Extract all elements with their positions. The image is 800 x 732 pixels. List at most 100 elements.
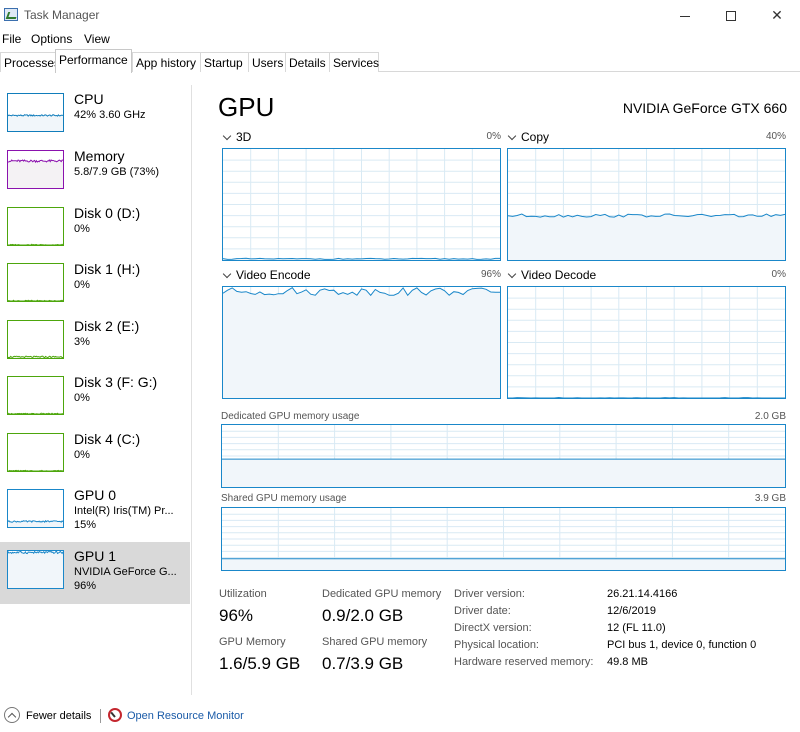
engine-percent: 96% [480,269,501,280]
sidebar-thumbnail [7,433,64,472]
info-value: 12 (FL 11.0) [607,622,666,634]
shared-gpu-memory-label: Shared GPU memory [322,636,428,648]
graph-video-decode [507,286,786,399]
info-label: Driver date: [454,605,511,617]
sidebar-thumbnail-graph [7,299,64,302]
usage-area [8,551,63,588]
fewer-details-button[interactable]: Fewer details [26,710,91,722]
engine-label: Copy [521,130,550,144]
task-manager-icon [4,8,18,21]
engine-percent: 0% [771,269,786,280]
dedicated-gpu-memory-value: 0.9/2.0 GB [322,606,404,625]
usage-line [7,412,63,415]
page-title: GPU [218,92,275,122]
engine-select-video-decode[interactable]: Video Decode [507,268,596,282]
shared-memory-max: 3.9 GB [754,493,786,504]
dedicated-gpu-memory-label: Dedicated GPU memory [322,588,442,600]
sidebar-item-gpu-1[interactable]: GPU 1 NVIDIA GeForce G... 96% [0,542,190,604]
engine-select-3d[interactable]: 3D [222,130,251,144]
gpu-device-name: NVIDIA GeForce GTX 660 [622,100,787,116]
sidebar-item-disk-1[interactable]: Disk 1 (H:) 0% [0,255,190,317]
engine-select-copy[interactable]: Copy [507,130,549,144]
sidebar-thumbnail [7,376,64,415]
graph-dedicated-memory [221,424,786,488]
gpu-memory-value: 1.6/5.9 GB [219,654,301,673]
close-button[interactable]: ✕ [754,0,800,30]
sidebar-item-disk-4[interactable]: Disk 4 (C:) 0% [0,425,190,487]
sidebar-item-detail: 42% 3.60 GHz [74,109,146,121]
sidebar-thumbnail [7,263,64,302]
minimize-button[interactable] [662,0,708,30]
sidebar-thumbnail-graph [7,114,64,131]
sidebar-thumbnail [7,207,64,246]
tab-performance[interactable]: Performance [55,49,132,73]
sidebar-item-gpu-0[interactable]: GPU 0 Intel(R) Iris(TM) Pr... 15% [0,481,190,543]
tab-bar: Processes Performance App history Startu… [0,49,800,73]
sidebar-item-detail: NVIDIA GeForce G... [74,566,177,578]
sidebar-item-name: Memory [74,148,125,164]
menu-file[interactable]: File [2,32,21,46]
tab-services[interactable]: Services [329,52,379,72]
sidebar-thumbnail-graph [8,243,64,246]
usage-line [7,299,64,302]
usage-line [508,396,785,398]
menu-options[interactable]: Options [31,32,72,46]
open-resource-monitor-link[interactable]: Open Resource Monitor [127,710,244,722]
engine-select-video-encode[interactable]: Video Encode [222,268,311,282]
sidebar-item-detail: 0% [74,223,90,235]
info-value: 49.8 MB [607,656,648,668]
sidebar-item-detail: 5.8/7.9 GB (73%) [74,166,159,178]
usage-line [8,243,64,246]
tab-details[interactable]: Details [285,52,330,72]
sidebar-thumbnail [7,150,64,189]
sidebar-item-memory[interactable]: Memory 5.8/7.9 GB (73%) [0,142,190,204]
menu-bar: File Options View [0,30,800,48]
engine-label: 3D [236,130,252,144]
sidebar-thumbnail [7,93,64,132]
chevron-down-icon [507,131,517,141]
sidebar-item-disk-3[interactable]: Disk 3 (F: G:) 0% [0,368,190,430]
sidebar-item-name: Disk 3 (F: G:) [74,374,158,390]
tab-processes[interactable]: Processes [0,52,60,72]
graph-shared-memory [221,507,786,571]
tab-users[interactable]: Users [248,52,286,72]
menu-view[interactable]: View [84,32,110,46]
dedicated-memory-max: 2.0 GB [754,411,786,422]
sidebar-thumbnail-graph [7,355,64,359]
sidebar-thumbnail-graph [7,550,64,588]
tab-app-history[interactable]: App history [132,52,201,72]
sidebar-item-name: Disk 2 (E:) [74,318,140,334]
graph-copy [507,148,786,261]
maximize-button[interactable] [708,0,754,30]
sidebar-item-disk-0[interactable]: Disk 0 (D:) 0% [0,199,190,261]
sidebar-thumbnail-graph [7,412,63,415]
sidebar-item-detail: Intel(R) Iris(TM) Pr... [74,505,174,517]
chevron-up-circle-icon[interactable] [4,707,20,723]
engine-graph-svg [223,287,500,398]
info-label: Hardware reserved memory: [454,656,594,668]
sidebar-item-detail: 0% [74,392,90,404]
engine-percent: 40% [765,131,786,142]
graph-video-encode [222,286,501,399]
sidebar-item-detail: 0% [74,449,90,461]
sidebar-item-cpu[interactable]: CPU 42% 3.60 GHz [0,85,190,147]
sidebar-thumbnail [7,320,64,359]
engine-graph-svg [508,149,785,260]
utilization-value: 96% [219,606,254,625]
sidebar-thumbnail-graph [8,469,64,472]
info-label: DirectX version: [454,622,532,634]
chevron-down-icon [507,269,517,279]
resource-monitor-icon[interactable] [108,708,122,722]
usage-line [223,257,500,260]
engine-percent: 0% [486,131,501,142]
info-value: 12/6/2019 [607,605,656,617]
sidebar-item-name: Disk 0 (D:) [74,205,141,221]
gpu-memory-label: GPU Memory [219,636,286,648]
tab-startup[interactable]: Startup [200,52,249,72]
sidebar-item-name: Disk 4 (C:) [74,431,141,447]
engine-label: Video Encode [236,268,311,282]
usage-area [508,214,785,260]
sidebar-item-disk-2[interactable]: Disk 2 (E:) 3% [0,312,190,374]
chevron-down-icon [222,131,232,141]
usage-area [222,558,785,570]
